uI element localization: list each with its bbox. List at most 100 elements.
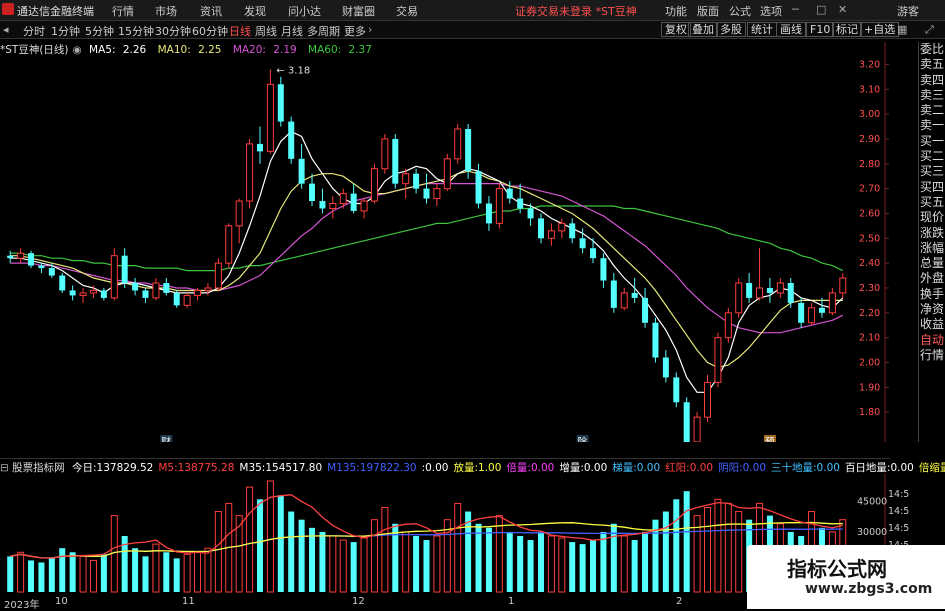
side-panel-item[interactable]: 涨跌 [919,226,945,241]
candle[interactable] [704,374,711,423]
candle[interactable] [329,196,337,219]
candle[interactable] [392,133,399,189]
overlay-button[interactable]: 叠加 [688,22,718,37]
candle[interactable] [110,248,118,301]
side-panel-item[interactable]: 买五 [919,195,945,210]
menu-item-gongneng[interactable]: 功能 [665,3,687,19]
candle[interactable] [610,273,617,313]
candle[interactable] [7,250,14,264]
event-mark[interactable]: 财 [161,436,171,442]
candle[interactable] [132,278,139,296]
candle[interactable] [714,332,722,388]
side-panel-item[interactable]: 卖三 [919,88,945,103]
candle[interactable] [839,273,847,298]
candle[interactable] [662,350,669,383]
side-panel-item[interactable]: 净资 [919,302,945,317]
menu-item-wenxiaoda[interactable]: 问小达 [288,3,321,19]
login-notice[interactable]: 证券交易未登录 *ST豆神 [515,3,637,19]
candle[interactable] [600,253,607,288]
menu-item-jiaoyi[interactable]: 交易 [396,3,418,19]
candle[interactable] [28,250,35,269]
stats-button[interactable]: 统计 [747,22,777,37]
candle[interactable] [360,198,368,219]
candle[interactable] [756,248,764,301]
tab-more[interactable]: 更多 [344,23,366,39]
menu-item-zixun[interactable]: 资讯 [200,3,222,19]
candle[interactable] [693,412,701,442]
multi-stock-button[interactable]: 多股 [716,22,746,37]
candle[interactable] [309,173,316,206]
candle[interactable] [266,69,274,154]
candle[interactable] [465,124,472,179]
draw-line-button[interactable]: 画线 [776,22,806,37]
candle[interactable] [381,133,389,174]
side-panel-item[interactable]: 卖五 [919,57,945,72]
candle[interactable] [537,213,544,244]
side-panel-item[interactable]: 买一 [919,134,945,149]
candle[interactable] [225,223,233,269]
candle[interactable] [485,196,492,231]
tab-1min[interactable]: 1分钟 [51,23,80,39]
side-panel-item[interactable]: 自动 [919,333,945,348]
tab-daily[interactable]: 日线 [229,23,251,39]
side-panel-item[interactable]: 卖四 [919,73,945,88]
candle[interactable] [402,168,410,199]
candle[interactable] [370,163,378,204]
candle[interactable] [443,153,451,192]
candle[interactable] [204,283,212,296]
side-panel-item[interactable]: 买四 [919,180,945,195]
tab-15min[interactable]: 15分钟 [118,23,154,39]
candle[interactable] [808,302,816,326]
candle[interactable] [828,287,836,316]
candle[interactable] [423,173,430,204]
tab-5min[interactable]: 5分钟 [85,23,114,39]
candle[interactable] [642,287,649,328]
side-panel-item[interactable]: 总量 [919,256,945,271]
candle[interactable] [746,273,753,303]
f10-button[interactable]: F10 [806,22,835,37]
grid-icon[interactable]: ▦ [897,23,907,36]
side-panel-item[interactable]: 买三 [919,164,945,179]
event-mark[interactable]: 预 [765,437,775,442]
candle[interactable] [152,278,160,301]
candle[interactable] [683,397,690,442]
candle[interactable] [235,198,243,244]
side-panel-item[interactable]: 涨幅 [919,241,945,256]
tab-fenshi[interactable]: 分时 [23,23,45,39]
candle[interactable] [735,278,743,318]
close-icon[interactable]: ✕ [838,3,847,16]
side-panel-item[interactable]: 收益 [919,317,945,332]
candle[interactable] [288,116,295,164]
candle[interactable] [454,124,462,164]
candle[interactable] [256,126,263,164]
side-panel-item[interactable]: 委比 [919,42,945,57]
menu-item-caifuquan[interactable]: 财富圈 [342,3,375,19]
menu-item-hangqing[interactable]: 行情 [112,3,134,19]
candle[interactable] [673,372,680,408]
candle[interactable] [620,287,628,311]
candle[interactable] [433,183,441,206]
candle[interactable] [277,76,284,127]
candle[interactable] [79,287,87,303]
price-chart[interactable]: 3.20 3.10 3.00 2.90 2.80 2.70 2.60 2.50 2.40 2.30… [0,42,918,442]
candle[interactable] [17,248,25,264]
candle[interactable] [100,287,107,301]
candle[interactable] [569,218,576,244]
candle[interactable] [652,317,659,363]
mark-button[interactable]: 标记 [832,22,862,37]
candle[interactable] [142,287,149,303]
candle[interactable] [298,143,305,189]
candle[interactable] [163,278,170,296]
candle[interactable] [183,292,191,308]
tab-60min[interactable]: 60分钟 [192,23,228,39]
candle[interactable] [319,188,326,214]
add-watchlist-button[interactable]: +自选 [860,22,900,37]
candle[interactable] [558,218,566,239]
side-panel-item[interactable]: 行情 [919,348,945,363]
candle[interactable] [547,223,555,246]
menu-item-xuanxiang[interactable]: 选项 [760,3,782,19]
candle[interactable] [724,307,732,343]
candle[interactable] [246,138,254,209]
menu-item-faxian[interactable]: 发现 [244,3,266,19]
tab-monthly[interactable]: 月线 [281,23,303,39]
